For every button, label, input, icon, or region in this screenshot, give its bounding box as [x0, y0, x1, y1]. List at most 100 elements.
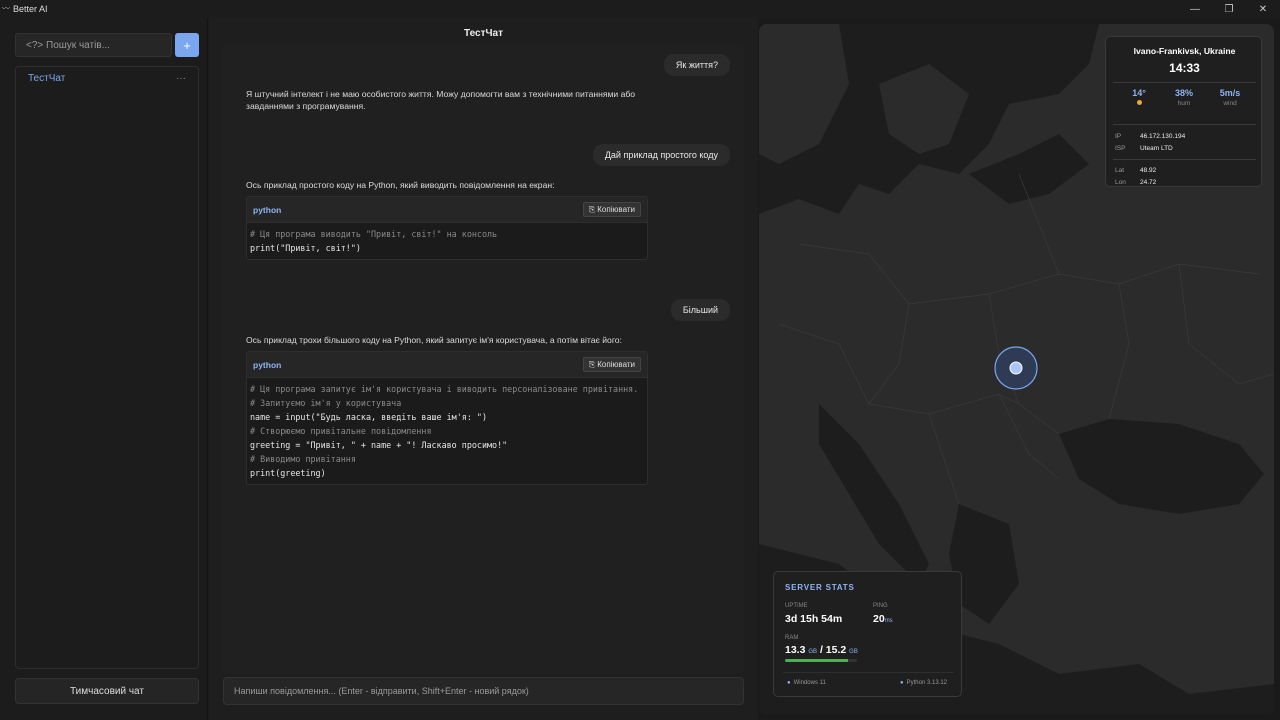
wind-stat: 5m/s wind	[1205, 88, 1255, 107]
humidity-stat: 38% hum	[1159, 88, 1209, 107]
close-button[interactable]: ✕	[1246, 0, 1280, 18]
bullet-icon: ●	[787, 680, 791, 686]
user-message: Більший	[670, 299, 730, 321]
ram-usage-fill	[785, 659, 848, 662]
chat-list-item[interactable]: ТестЧат ···	[16, 67, 198, 89]
wind-value: 5m/s	[1219, 88, 1241, 98]
minimize-button[interactable]: —	[1178, 0, 1212, 18]
code-block: python ⎘ Копіювати # Ця програма запитує …	[246, 351, 648, 485]
city-name: Ivano-Frankivsk, Ukraine	[1133, 46, 1236, 56]
code-language-label: python	[253, 359, 282, 370]
ping-value: 20ms	[873, 613, 893, 625]
code-line: greeting = "Привіт, " + name + "! Ласкав…	[250, 440, 508, 450]
ip-value: 46.172.130.194	[1140, 133, 1186, 140]
divider	[1113, 82, 1256, 83]
location-map[interactable]: Ivano-Frankivsk, Ukraine 14:33 14° 38% h…	[759, 24, 1274, 714]
divider	[783, 672, 954, 673]
ram-used: 13.3	[785, 644, 806, 656]
ping-number: 20	[873, 613, 885, 625]
code-line: print(greeting)	[250, 468, 326, 478]
location-info-card: Ivano-Frankivsk, Ukraine 14:33 14° 38% h…	[1105, 36, 1262, 187]
location-marker-icon[interactable]	[1009, 361, 1023, 375]
assistant-message: Я штучний інтелект і не маю особистого ж…	[246, 89, 636, 111]
runtime-info: ● Python 3.13.12	[900, 680, 947, 686]
code-block: python ⎘ Копіювати # Ця програма виводить…	[246, 196, 648, 260]
ram-unit: GB	[808, 649, 818, 655]
local-time: 14:33	[1169, 61, 1200, 75]
isp-value: Uteam LTD	[1140, 145, 1173, 152]
ram-label: RAM	[785, 635, 799, 641]
runtime-name: Python 3.13.12	[906, 680, 947, 686]
clipboard-icon: ⎘	[588, 204, 596, 214]
title-bar: 〰 Better AI — ❐ ✕	[0, 0, 1280, 18]
isp-label: ISP	[1115, 145, 1126, 152]
server-stats-card: SERVER STATS UPTIME 3d 15h 54m PING 20ms…	[773, 571, 962, 697]
uptime-label: UPTIME	[785, 603, 808, 609]
code-line: # Ця програма запитує ім'я користувача і…	[250, 384, 639, 394]
chat-area: ТестЧат Як життя? Я штучний інтелект і н…	[209, 18, 758, 720]
copy-label: Копіювати	[597, 360, 635, 369]
lon-value: 24.72	[1140, 179, 1157, 186]
window-title: Better AI	[13, 4, 48, 14]
lat-row: Lat 48.92	[1115, 167, 1156, 174]
app-logo-icon: 〰	[2, 4, 10, 13]
sidebar: + ТестЧат ··· Тимчасовий чат	[0, 18, 208, 720]
ping-unit: ms	[884, 618, 893, 624]
lat-value: 48.92	[1140, 167, 1157, 174]
divider	[1113, 124, 1256, 125]
maximize-button[interactable]: ❐	[1212, 0, 1246, 18]
os-name: Windows 11	[793, 680, 826, 686]
server-stats-title: SERVER STATS	[785, 583, 855, 592]
code-block-header: python ⎘ Копіювати	[247, 197, 647, 223]
message-list: Як життя? Я штучний інтелект і не маю ос…	[223, 44, 744, 674]
ram-value: 13.3 GB / 15.2 GB	[785, 644, 858, 656]
ip-label: IP	[1115, 133, 1122, 140]
chat-title: ТестЧат	[464, 28, 503, 39]
wind-label: wind	[1223, 100, 1237, 107]
clipboard-icon: ⎘	[588, 359, 596, 369]
ram-usage-bar	[785, 659, 857, 662]
sun-icon	[1136, 100, 1142, 105]
humidity-value: 38%	[1174, 88, 1193, 98]
code-line: # Виводимо привітання	[250, 454, 356, 464]
copy-label: Копіювати	[597, 205, 635, 214]
code-line: # Ця програма виводить "Привіт, світ!" н…	[250, 229, 498, 239]
ip-row: IP 46.172.130.194	[1115, 133, 1185, 140]
chat-list: ТестЧат ···	[15, 66, 199, 669]
ping-label: PING	[873, 603, 888, 609]
code-line: # Створюємо привітальне повідомлення	[250, 426, 432, 436]
message-input[interactable]	[223, 677, 744, 705]
temperature-value: 14°	[1132, 88, 1146, 98]
os-info: ● Windows 11	[787, 680, 826, 686]
code-language-label: python	[253, 204, 282, 215]
window-controls: — ❐ ✕	[1178, 0, 1280, 18]
ram-total: 15.2	[825, 644, 847, 656]
uptime-value: 3d 15h 54m	[785, 613, 843, 625]
code-line: # Запитуємо ім'я у користувача	[250, 398, 402, 408]
lon-label: Lon	[1115, 179, 1126, 186]
user-message: Як життя?	[663, 54, 730, 76]
chat-item-menu-icon[interactable]: ···	[176, 73, 186, 84]
divider	[1113, 159, 1256, 160]
code-line: name = input("Будь ласка, введіть ваше і…	[250, 412, 487, 422]
bullet-icon: ●	[900, 680, 904, 686]
user-message: Дай приклад простого коду	[592, 144, 730, 166]
lat-label: Lat	[1115, 167, 1125, 174]
code-content: # Ця програма виводить "Привіт, світ!" н…	[247, 223, 647, 259]
code-block-header: python ⎘ Копіювати	[247, 352, 647, 378]
temperature-stat: 14°	[1114, 88, 1164, 107]
ram-unit: GB	[849, 649, 858, 655]
lon-row: Lon 24.72	[1115, 179, 1156, 186]
chat-search-input[interactable]	[15, 33, 172, 57]
isp-row: ISP Uteam LTD	[1115, 145, 1173, 152]
assistant-message: Ось приклад простого коду на Python, яки…	[246, 180, 555, 190]
assistant-message: Ось приклад трохи більшого коду на Pytho…	[246, 335, 622, 345]
temporary-chat-button[interactable]: Тимчасовий чат	[15, 678, 199, 704]
copy-code-button[interactable]: ⎘ Копіювати	[582, 357, 641, 372]
humidity-label: hum	[1177, 100, 1191, 107]
chat-item-label: ТестЧат	[28, 72, 66, 84]
code-line: print("Привіт, світ!")	[250, 243, 361, 253]
code-content: # Ця програма запитує ім'я користувача і…	[247, 378, 647, 484]
new-chat-button[interactable]: +	[175, 33, 199, 57]
copy-code-button[interactable]: ⎘ Копіювати	[582, 202, 641, 217]
